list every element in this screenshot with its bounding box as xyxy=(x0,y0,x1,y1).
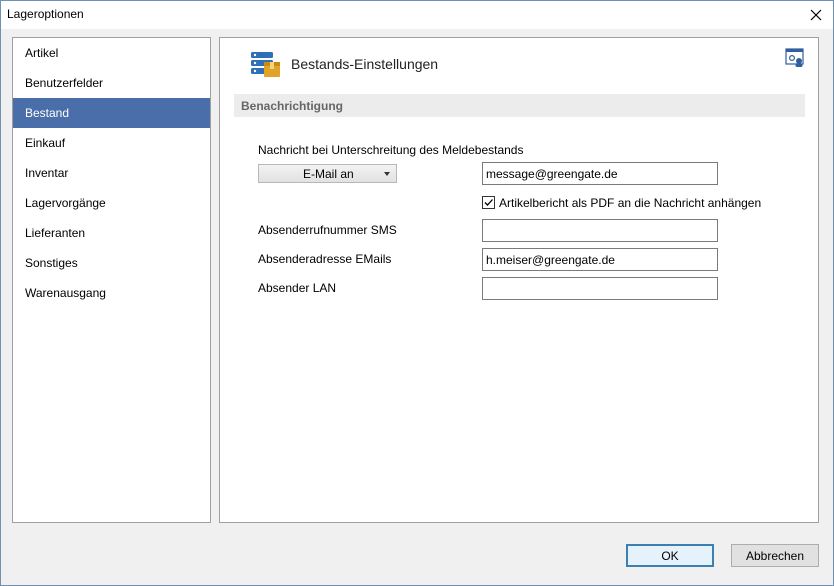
nav-item-bestand[interactable]: Bestand xyxy=(13,98,210,128)
chevron-down-icon xyxy=(384,172,390,176)
nav-item-benutzerfelder[interactable]: Benutzerfelder xyxy=(13,68,210,98)
email-sender-input[interactable] xyxy=(482,248,718,271)
settings-panel: Bestands-Einstellungen Benachrichtigung … xyxy=(219,37,819,523)
notification-method-value: E-Mail an xyxy=(303,167,354,181)
nav-item-sonstiges[interactable]: Sonstiges xyxy=(13,248,210,278)
window-title: Lageroptionen xyxy=(7,7,84,21)
title-bar: Lageroptionen xyxy=(1,1,833,29)
dialog-window: Lageroptionen Artikel Benutzerfelder Bes… xyxy=(0,0,834,586)
lan-sender-label: Absender LAN xyxy=(258,281,337,295)
close-button[interactable] xyxy=(799,1,833,29)
email-sender-label: Absenderadresse EMails xyxy=(258,252,392,266)
nav-item-lieferanten[interactable]: Lieferanten xyxy=(13,218,210,248)
section-title: Benachrichtigung xyxy=(241,99,344,113)
cancel-button[interactable]: Abbrechen xyxy=(731,544,819,567)
page-title: Bestands-Einstellungen xyxy=(291,56,439,72)
attach-pdf-label: Artikelbericht als PDF an die Nachricht … xyxy=(499,196,762,210)
nav-item-artikel[interactable]: Artikel xyxy=(13,38,210,68)
close-icon xyxy=(810,9,822,21)
nav-item-warenausgang[interactable]: Warenausgang xyxy=(13,278,210,308)
sms-sender-label: Absenderrufnummer SMS xyxy=(258,223,397,237)
nav-item-lagervorgaenge[interactable]: Lagervorgänge xyxy=(13,188,210,218)
nav-item-einkauf[interactable]: Einkauf xyxy=(13,128,210,158)
notification-method-dropdown[interactable]: E-Mail an xyxy=(258,164,397,183)
settings-help-icon[interactable] xyxy=(785,48,805,68)
ok-button[interactable]: OK xyxy=(626,544,714,567)
checkmark-icon xyxy=(484,199,493,206)
inventory-settings-icon xyxy=(251,52,280,77)
notification-label: Nachricht bei Unterschreitung des Meldeb… xyxy=(258,143,524,157)
section-header: Benachrichtigung xyxy=(234,94,805,117)
notification-email-input[interactable] xyxy=(482,162,718,185)
attach-pdf-checkbox[interactable] xyxy=(482,196,495,209)
category-list: Artikel Benutzerfelder Bestand Einkauf I… xyxy=(12,37,211,523)
nav-item-inventar[interactable]: Inventar xyxy=(13,158,210,188)
sms-sender-input[interactable] xyxy=(482,219,718,242)
lan-sender-input[interactable] xyxy=(482,277,718,300)
